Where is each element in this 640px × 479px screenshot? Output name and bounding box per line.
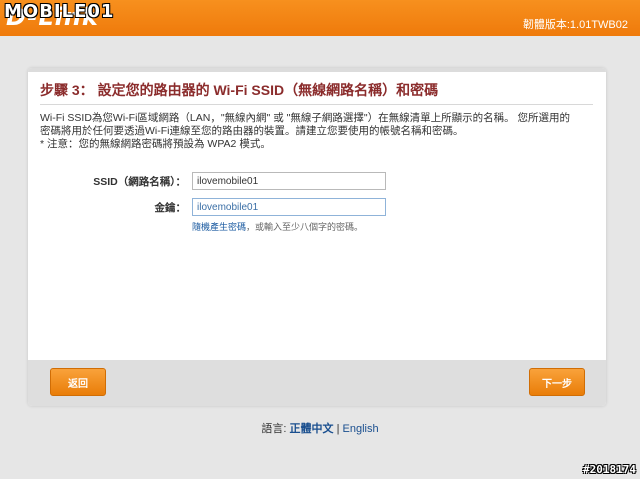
key-row: 金鑰： — [28, 198, 606, 216]
ssid-label: SSID（網路名稱）： — [93, 176, 186, 188]
description-line: Wi-Fi SSID為您Wi-Fi區域網路（LAN，"無線內網" 或 "無線子網… — [40, 112, 570, 124]
key-input[interactable] — [192, 198, 386, 216]
language-selector: 語言: 正體中文 | English — [0, 420, 640, 436]
top-header-bar: D-Link MOBILE01 韌體版本:1.01TWB02 — [0, 0, 640, 36]
description-line: 密碼將用於任何要透過Wi-Fi連線至您的路由器的裝置。請建立您要使用的帳號名稱和… — [40, 125, 464, 137]
lang-english[interactable]: English — [343, 423, 379, 435]
ssid-row: SSID（網路名稱）： — [28, 172, 606, 190]
lang-separator: | — [336, 423, 340, 435]
language-prefix: 語言: — [261, 423, 287, 435]
wizard-description: Wi-Fi SSID為您Wi-Fi區域網路（LAN，"無線內網" 或 "無線子網… — [40, 112, 596, 151]
back-button[interactable]: 返回 — [50, 368, 106, 396]
panel-button-bar: 返回 下一步 — [28, 360, 606, 406]
wizard-step-title: 步驟 3： 設定您的路由器的 Wi-Fi SSID（無線網路名稱）和密碼 — [40, 80, 593, 105]
lang-traditional-chinese[interactable]: 正體中文 — [290, 423, 334, 435]
wpa2-note: * 注意：您的無線網路密碼將預設為 WPA2 模式。 — [40, 138, 271, 150]
key-label: 金鑰： — [154, 202, 187, 214]
next-button[interactable]: 下一步 — [529, 368, 585, 396]
panel-top-strip — [28, 68, 606, 72]
password-hint: 隨機產生密碼，或輸入至少八個字的密碼。 — [192, 220, 363, 233]
random-password-link[interactable]: 隨機產生密碼 — [192, 222, 246, 232]
wizard-panel: 步驟 3： 設定您的路由器的 Wi-Fi SSID（無線網路名稱）和密碼 Wi-… — [28, 68, 606, 406]
watermark-logo: MOBILE01 — [4, 1, 115, 22]
firmware-version: 韌體版本:1.01TWB02 — [522, 19, 628, 31]
image-id-stamp: #2018174 — [583, 463, 636, 476]
hint-text: ，或輸入至少八個字的密碼。 — [246, 222, 364, 232]
ssid-input[interactable] — [192, 172, 386, 190]
